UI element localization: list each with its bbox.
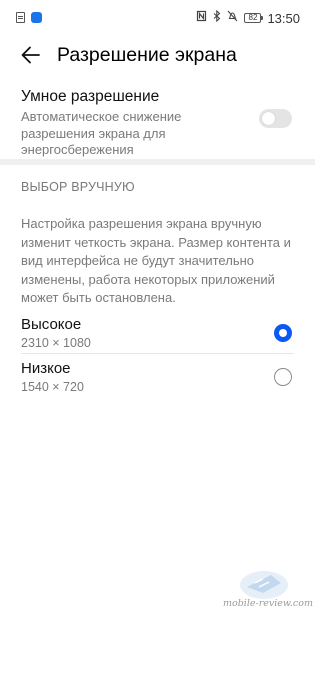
option-resolution: 1540 × 720 (21, 380, 84, 394)
section-header-manual: ВЫБОР ВРУЧНУЮ (21, 180, 135, 194)
app-icon (31, 12, 42, 23)
bluetooth-icon (213, 9, 221, 26)
page-title: Разрешение экрана (57, 44, 237, 66)
document-icon (16, 12, 25, 23)
back-arrow-icon[interactable] (18, 42, 44, 68)
status-time: 13:50 (267, 10, 300, 26)
manual-description: Настройка разрешения экрана вручную изме… (21, 216, 291, 305)
option-label: Высокое (21, 316, 82, 333)
option-divider (21, 353, 294, 354)
option-low[interactable]: Низкое 1540 × 720 (0, 360, 315, 408)
smart-resolution-toggle[interactable] (259, 109, 292, 128)
battery-icon: 82 (244, 13, 264, 23)
title-bar: Разрешение экрана (0, 38, 315, 72)
watermark-text: mobile-review.com (223, 598, 313, 609)
section-divider (0, 159, 315, 165)
option-high[interactable]: Высокое 2310 × 1080 (0, 316, 315, 364)
option-resolution: 2310 × 1080 (21, 336, 91, 350)
nfc-icon (196, 10, 207, 26)
silent-icon (227, 10, 238, 26)
smart-resolution-description: Автоматическое снижение разрешения экран… (21, 109, 182, 157)
radio-selected-icon[interactable] (274, 324, 292, 342)
option-label: Низкое (21, 360, 71, 377)
smart-resolution-title: Умное разрешение (21, 88, 160, 105)
toggle-knob (262, 112, 275, 125)
status-bar: 82 13:50 (0, 0, 315, 36)
radio-unselected-icon[interactable] (274, 368, 292, 386)
